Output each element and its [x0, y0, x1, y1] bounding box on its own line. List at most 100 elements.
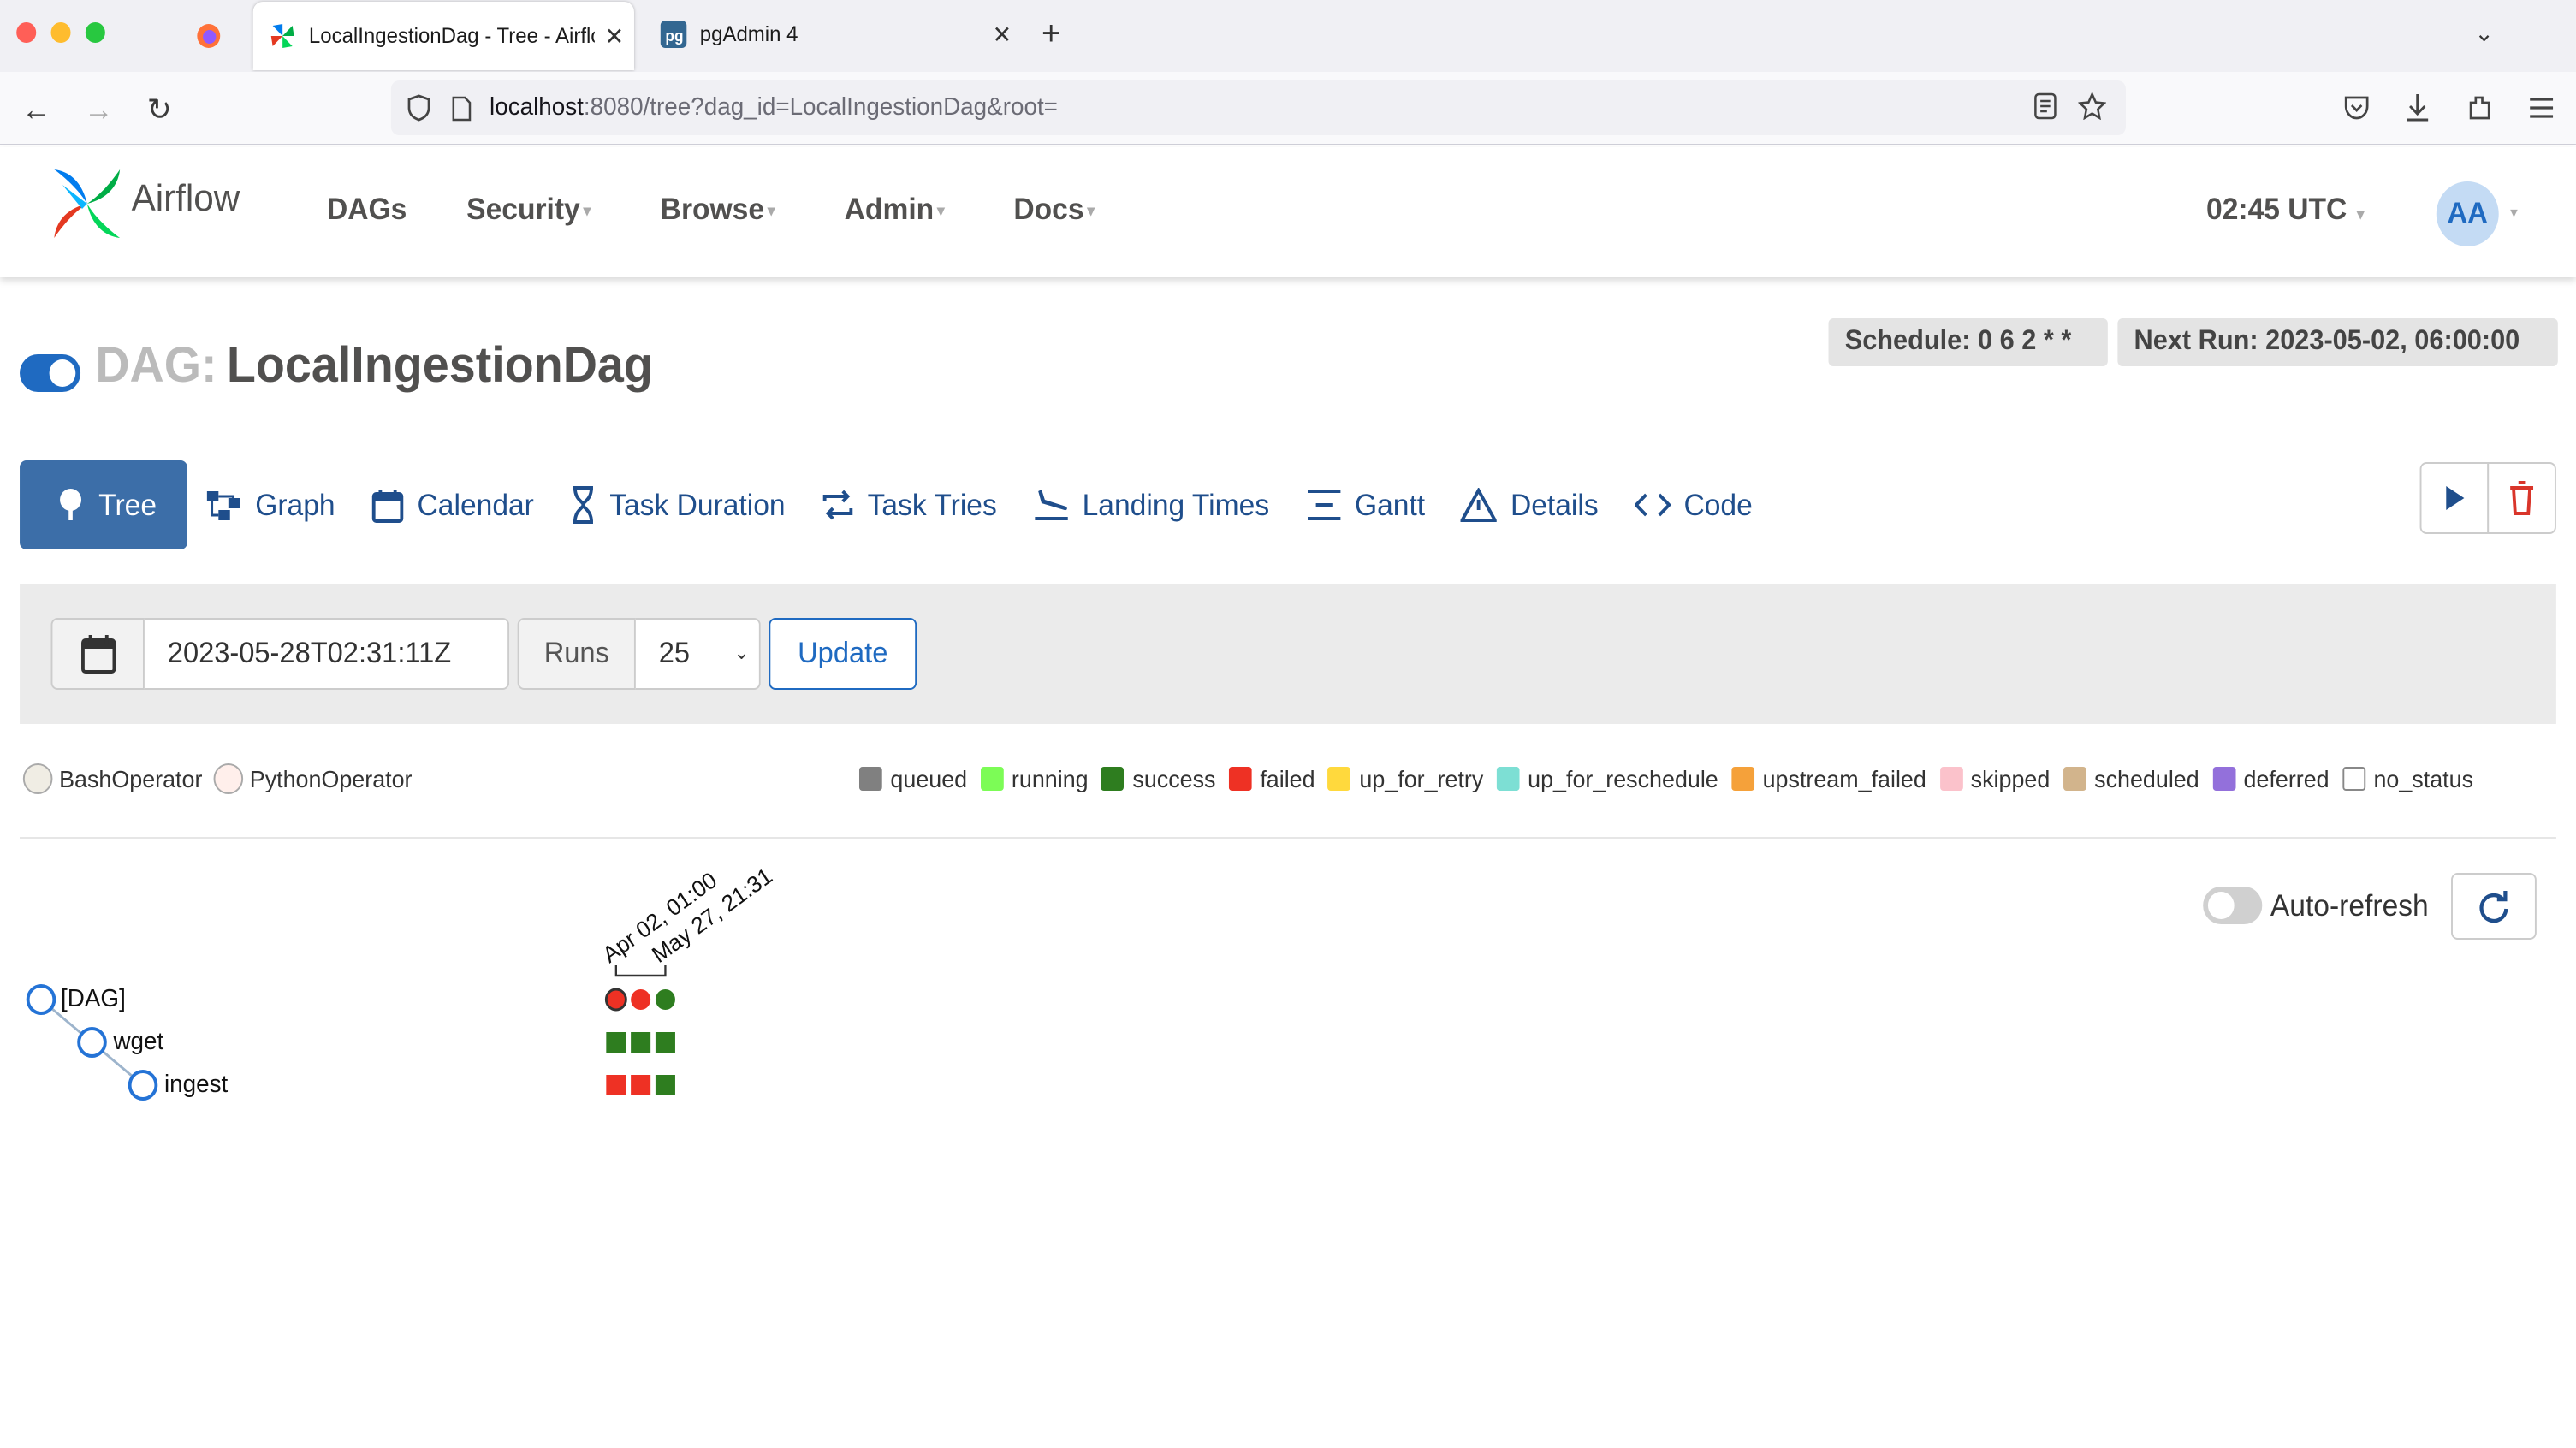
window-minimize-button[interactable]	[50, 22, 71, 43]
state-legend-success[interactable]: success	[1101, 765, 1216, 792]
task-instance-ingest-success[interactable]	[655, 1075, 675, 1095]
tab-details[interactable]: Details	[1443, 460, 1617, 549]
auto-refresh-label: Auto-refresh	[2270, 887, 2429, 922]
menu-label: Browse	[660, 192, 765, 226]
state-legend-up-for-retry[interactable]: up_for_retry	[1327, 765, 1483, 792]
window-maximize-button[interactable]	[85, 22, 105, 43]
menu-label: Security	[466, 192, 580, 226]
refresh-button[interactable]	[2451, 873, 2537, 940]
dag-title: LocalIngestionDag	[226, 339, 653, 394]
state-legend-skipped[interactable]: skipped	[1939, 765, 2050, 792]
state-legend-failed[interactable]: failed	[1228, 765, 1315, 792]
new-tab-button[interactable]: +	[1042, 15, 1060, 53]
tab-gantt[interactable]: Gantt	[1287, 460, 1443, 549]
tree-node-circle-dag[interactable]	[26, 984, 56, 1015]
tab-task-duration[interactable]: Task Duration	[552, 460, 804, 549]
dag-pause-toggle[interactable]	[20, 354, 81, 392]
tree-node-circle-ingest[interactable]	[128, 1070, 158, 1101]
forward-arrow-icon[interactable]: →	[80, 91, 116, 128]
browser-tab-bar: LocalIngestionDag - Tree - Airflow ✕ pg …	[0, 0, 2576, 72]
utc-clock[interactable]: 02:45 UTC ▾	[2206, 192, 2365, 228]
pocket-icon[interactable]	[2342, 94, 2371, 122]
legend-divider	[20, 837, 2556, 839]
runs-select[interactable]: 25 ⌄	[635, 618, 761, 690]
firefox-icon	[197, 24, 221, 48]
task-instance-ingest-failed[interactable]	[631, 1075, 651, 1095]
menu-docs[interactable]: Docs ▾	[1013, 192, 1095, 228]
tab-landing-times[interactable]: Landing Times	[1015, 460, 1287, 549]
runs-value: 25	[658, 637, 691, 669]
state-legend-no-status[interactable]: no_status	[2342, 765, 2473, 792]
tab-task-tries[interactable]: Task Tries	[804, 460, 1015, 549]
run-range-bracket	[614, 965, 667, 977]
tab-graph[interactable]: Graph	[187, 460, 353, 549]
menu-dags[interactable]: DAGs	[327, 192, 407, 228]
extensions-icon[interactable]	[2466, 92, 2494, 123]
downloads-icon[interactable]	[2403, 92, 2431, 123]
task-instance-wget-success[interactable]	[655, 1032, 675, 1053]
tab-calendar[interactable]: Calendar	[353, 460, 552, 549]
caret-down-icon: ▾	[2356, 205, 2365, 223]
task-instance-wget-success[interactable]	[606, 1032, 626, 1053]
state-legend-scheduled[interactable]: scheduled	[2063, 765, 2199, 792]
tab-tree[interactable]: Tree	[20, 460, 188, 549]
dag-run-failed[interactable]	[631, 989, 651, 1010]
operator-swatch	[213, 763, 244, 794]
menu-security[interactable]: Security ▾	[466, 192, 591, 228]
tab-label: Calendar	[417, 487, 534, 521]
close-tab-icon[interactable]: ✕	[595, 21, 634, 50]
bookmark-star-icon[interactable]	[2078, 92, 2106, 120]
task-instance-ingest-failed[interactable]	[606, 1075, 626, 1095]
operator-legend-python[interactable]: PythonOperator	[213, 763, 413, 794]
tree-node-circle-wget[interactable]	[77, 1027, 107, 1058]
window-close-button[interactable]	[16, 22, 37, 43]
delete-dag-button[interactable]	[2487, 462, 2556, 534]
chevron-down-icon: ⌄	[733, 644, 750, 664]
state-legend-upstream-failed[interactable]: upstream_failed	[1731, 765, 1926, 792]
airflow-logo[interactable]: Airflow	[50, 164, 240, 243]
caret-down-icon[interactable]: ▾	[2510, 204, 2518, 223]
menu-label: DAGs	[327, 192, 407, 226]
state-legend-queued[interactable]: queued	[858, 765, 967, 792]
base-date-input[interactable]: 2023-05-28T02:31:11Z	[144, 618, 510, 690]
back-arrow-icon[interactable]: ←	[18, 91, 54, 128]
update-button[interactable]: Update	[769, 618, 917, 690]
reload-icon[interactable]: ↻	[141, 91, 177, 128]
address-bar[interactable]: localhost:8080/tree?dag_id=LocalIngestio…	[390, 80, 2126, 135]
reader-view-icon[interactable]	[2033, 92, 2059, 120]
dag-view-tabs: Tree Graph Calendar Task Duration Task T…	[20, 460, 1771, 549]
shield-icon[interactable]	[404, 92, 434, 123]
user-avatar[interactable]: AA	[2436, 181, 2499, 246]
auto-refresh-switch[interactable]	[2203, 887, 2263, 924]
trigger-dag-button[interactable]	[2419, 462, 2490, 534]
tree-node-dag[interactable]: [DAG]	[61, 986, 126, 1013]
state-legend-up-for-reschedule[interactable]: up_for_reschedule	[1496, 765, 1718, 792]
page-info-icon[interactable]	[447, 92, 477, 123]
tab-list-chevron-icon[interactable]: ⌄	[2474, 19, 2494, 48]
dag-run-success[interactable]	[655, 989, 675, 1010]
browser-tab-pgadmin[interactable]: pg pgAdmin 4 ✕	[644, 0, 1022, 68]
tab-code[interactable]: Code	[1617, 460, 1771, 549]
state-name: scheduled	[2094, 765, 2199, 792]
tab-title: LocalIngestionDag - Tree - Airflow	[308, 24, 595, 48]
state-swatch	[2063, 767, 2086, 791]
auto-refresh-toggle[interactable]: Auto-refresh	[2203, 887, 2429, 924]
calendar-icon	[371, 489, 404, 522]
firefox-view-tab[interactable]	[184, 14, 234, 58]
dag-run-failed[interactable]	[604, 988, 627, 1012]
tree-node-ingest[interactable]: ingest	[164, 1071, 228, 1099]
close-tab-icon[interactable]: ✕	[982, 20, 1022, 49]
menu-admin[interactable]: Admin ▾	[845, 192, 945, 228]
browser-tab-airflow[interactable]: LocalIngestionDag - Tree - Airflow ✕	[252, 2, 634, 70]
task-instance-wget-success[interactable]	[631, 1032, 651, 1053]
base-date-calendar-button[interactable]	[50, 618, 145, 690]
operator-legend-bash[interactable]: BashOperator	[22, 763, 202, 794]
state-legend-running[interactable]: running	[980, 765, 1089, 792]
tab-label: Landing Times	[1082, 487, 1270, 521]
plane-landing-icon	[1034, 490, 1068, 520]
hamburger-menu-icon[interactable]	[2528, 96, 2555, 120]
refresh-icon	[2479, 890, 2508, 923]
state-legend-deferred[interactable]: deferred	[2212, 765, 2330, 792]
menu-browse[interactable]: Browse ▾	[661, 192, 775, 228]
tree-node-wget[interactable]: wget	[113, 1029, 163, 1056]
